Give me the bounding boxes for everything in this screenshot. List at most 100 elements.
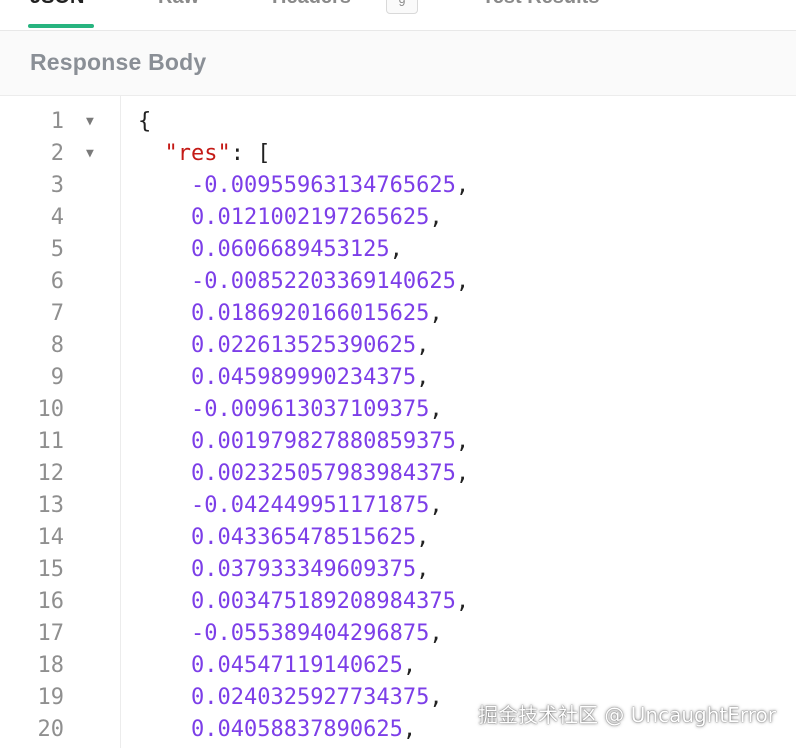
comma: , — [416, 525, 430, 550]
code-line: -0.00852203369140625, — [138, 266, 469, 298]
comma: , — [416, 365, 430, 390]
line-number: 4 — [50, 205, 64, 230]
line-number: 19 — [37, 685, 65, 710]
comma: , — [416, 557, 430, 582]
watermark: 掘金技术社区 @ UncaughtError — [478, 703, 776, 727]
line-number: 10 — [37, 397, 65, 422]
response-tabs: JSON Raw Headers 9 Test Results — [0, 0, 796, 31]
line-number: 9 — [50, 365, 64, 390]
line-number: 20 — [37, 717, 65, 742]
comma: , — [455, 173, 470, 198]
json-number: 0.003475189208984375 — [190, 589, 456, 614]
comma: , — [455, 429, 470, 454]
line-number: 12 — [37, 461, 65, 486]
line-number: 17 — [37, 621, 65, 646]
line-number: 6 — [50, 269, 64, 294]
json-number: 0.022613525390625 — [190, 333, 417, 358]
json-viewer[interactable]: 1 ▼ 2 ▼ 3 4 5 6 7 8 9 10 11 12 13 14 15 16 17 18 19 20 { "res… — [0, 96, 796, 748]
json-number: -0.055389404296875 — [190, 621, 430, 646]
tab-headers[interactable]: Headers — [272, 0, 351, 9]
comma: , — [429, 493, 443, 518]
headers-count-badge: 9 — [386, 0, 418, 14]
comma: , — [455, 269, 470, 294]
line-number: 13 — [37, 493, 65, 518]
comma: , — [429, 397, 443, 422]
json-number: 0.04547119140625 — [190, 653, 403, 678]
json-number: 0.043365478515625 — [190, 525, 417, 550]
comma: , — [402, 717, 417, 742]
code-line: 0.0240325927734375, — [138, 682, 443, 714]
line-number: 5 — [50, 237, 64, 262]
code-line: -0.055389404296875, — [138, 618, 443, 650]
line-number: 16 — [37, 589, 65, 614]
line-number: 15 — [37, 557, 65, 582]
line-number: 2 — [50, 141, 64, 166]
line-number: 8 — [50, 333, 64, 358]
json-number: -0.00852203369140625 — [190, 269, 456, 294]
comma: , — [455, 461, 470, 486]
comma: , — [402, 653, 417, 678]
response-body-header: Response Body — [0, 31, 796, 96]
json-number: 0.045989990234375 — [190, 365, 417, 390]
tab-test-results[interactable]: Test Results — [482, 0, 599, 9]
code-line: 0.022613525390625, — [138, 330, 429, 362]
code-line: 0.04547119140625, — [138, 650, 416, 682]
json-key-name: res — [177, 141, 218, 166]
json-number: 0.037933349609375 — [190, 557, 417, 582]
line-number: 11 — [37, 429, 65, 454]
code-line: -0.009613037109375, — [138, 394, 443, 426]
code-line: 0.0606689453125, — [138, 234, 403, 266]
comma: , — [389, 237, 403, 262]
colon: : — [230, 141, 258, 166]
fold-toggle-icon[interactable]: ▼ — [86, 138, 94, 170]
json-number: 0.001979827880859375 — [190, 429, 456, 454]
tab-raw[interactable]: Raw — [158, 0, 199, 9]
comma: , — [429, 301, 443, 326]
json-number: -0.009613037109375 — [190, 397, 430, 422]
code-line: -0.042449951171875, — [138, 490, 443, 522]
comma: , — [429, 621, 443, 646]
active-tab-indicator — [28, 24, 94, 28]
json-number: -0.00955963134765625 — [190, 173, 456, 198]
code-line: 0.003475189208984375, — [138, 586, 469, 618]
json-number: 0.04058837890625 — [190, 717, 403, 742]
code-line: 0.0186920166015625, — [138, 298, 443, 330]
section-title: Response Body — [30, 49, 207, 75]
code-line: 0.045989990234375, — [138, 362, 429, 394]
code-line: { — [138, 106, 151, 138]
comma: , — [416, 333, 430, 358]
line-number: 1 — [50, 109, 64, 134]
line-number-gutter: 1 ▼ 2 ▼ 3 4 5 6 7 8 9 10 11 12 13 14 15 16 17 18 19 20 — [0, 96, 121, 748]
json-number: -0.042449951171875 — [190, 493, 430, 518]
json-key: "res" — [164, 141, 231, 166]
code-line: 0.043365478515625, — [138, 522, 429, 554]
code-line: -0.00955963134765625, — [138, 170, 469, 202]
open-brace: { — [138, 109, 152, 134]
fold-toggle-icon[interactable]: ▼ — [86, 106, 94, 138]
json-number: 0.0240325927734375 — [190, 685, 430, 710]
line-number: 14 — [37, 525, 65, 550]
code-area: { "res": [ -0.00955963134765625, 0.01210… — [122, 96, 796, 748]
line-number: 7 — [50, 301, 64, 326]
json-number: 0.0121002197265625 — [190, 205, 430, 230]
code-line: 0.04058837890625, — [138, 714, 416, 746]
tab-json[interactable]: JSON — [30, 0, 84, 9]
